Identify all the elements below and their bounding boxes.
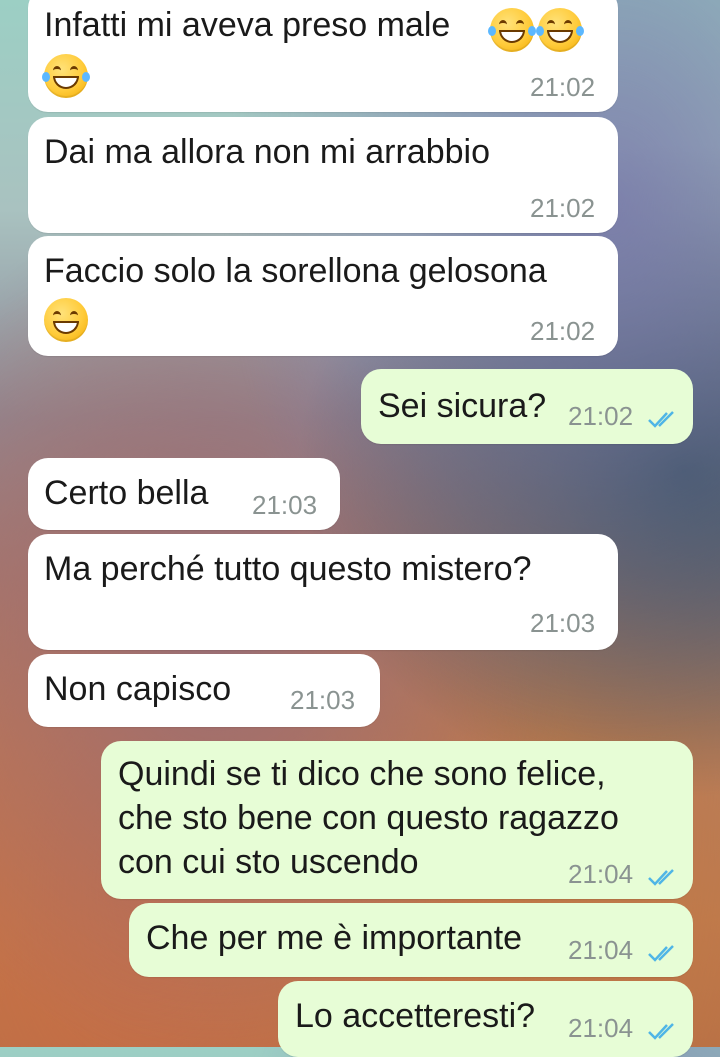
message-text: Certo bella <box>44 474 209 512</box>
message-text: Infatti mi aveva preso male <box>44 6 451 44</box>
incoming-message[interactable]: Non capisco 21:03 <box>28 654 380 727</box>
incoming-message[interactable]: Faccio solo la sorellona gelosona 21:02 <box>28 236 618 356</box>
message-text: Non capisco <box>44 670 232 708</box>
rofl-emoji <box>536 8 584 52</box>
message-time: 21:04 <box>568 935 634 965</box>
rofl-emoji <box>42 54 90 98</box>
message-time: 21:02 <box>568 401 634 431</box>
message-time: 21:02 <box>530 72 596 102</box>
message-text: Sei sicura? <box>378 387 547 425</box>
message-time: 21:03 <box>252 490 318 520</box>
message-time: 21:04 <box>568 859 634 889</box>
incoming-message[interactable]: Infatti mi aveva preso male 21:02 <box>28 0 618 112</box>
grin-emoji <box>44 298 88 342</box>
double-check-icon <box>648 1023 674 1040</box>
message-text: Che per me è importante <box>146 919 523 957</box>
message-time: 21:02 <box>530 316 596 346</box>
message-time: 21:02 <box>530 193 596 223</box>
outgoing-message[interactable]: Che per me è importante 21:04 <box>129 903 693 977</box>
message-text-line: che sto bene con questo ragazzo <box>118 799 619 837</box>
incoming-message[interactable]: Certo bella 21:03 <box>28 458 340 530</box>
incoming-message[interactable]: Dai ma allora non mi arrabbio 21:02 <box>28 117 618 233</box>
message-text: Dai ma allora non mi arrabbio <box>44 133 490 171</box>
incoming-message[interactable]: Ma perché tutto questo mistero? 21:03 <box>28 534 618 650</box>
rofl-emoji <box>488 8 536 52</box>
chat-thread: Infatti mi aveva preso male 21:02 Dai ma… <box>0 0 720 1057</box>
message-time: 21:03 <box>290 685 356 715</box>
message-text-line: Quindi se ti dico che sono felice, <box>118 755 606 793</box>
double-check-icon <box>648 411 674 428</box>
outgoing-message[interactable]: Quindi se ti dico che sono felice, che s… <box>101 741 693 899</box>
double-check-icon <box>648 869 674 886</box>
message-text-line: con cui sto uscendo <box>118 843 419 881</box>
message-time: 21:03 <box>530 608 596 638</box>
message-time: 21:04 <box>568 1013 634 1043</box>
double-check-icon <box>648 945 674 962</box>
message-text: Faccio solo la sorellona gelosona <box>44 252 547 290</box>
outgoing-message[interactable]: Lo accetteresti? 21:04 <box>278 981 693 1057</box>
message-text: Lo accetteresti? <box>295 997 536 1035</box>
outgoing-message[interactable]: Sei sicura? 21:02 <box>361 369 693 444</box>
message-text: Ma perché tutto questo mistero? <box>44 550 532 588</box>
